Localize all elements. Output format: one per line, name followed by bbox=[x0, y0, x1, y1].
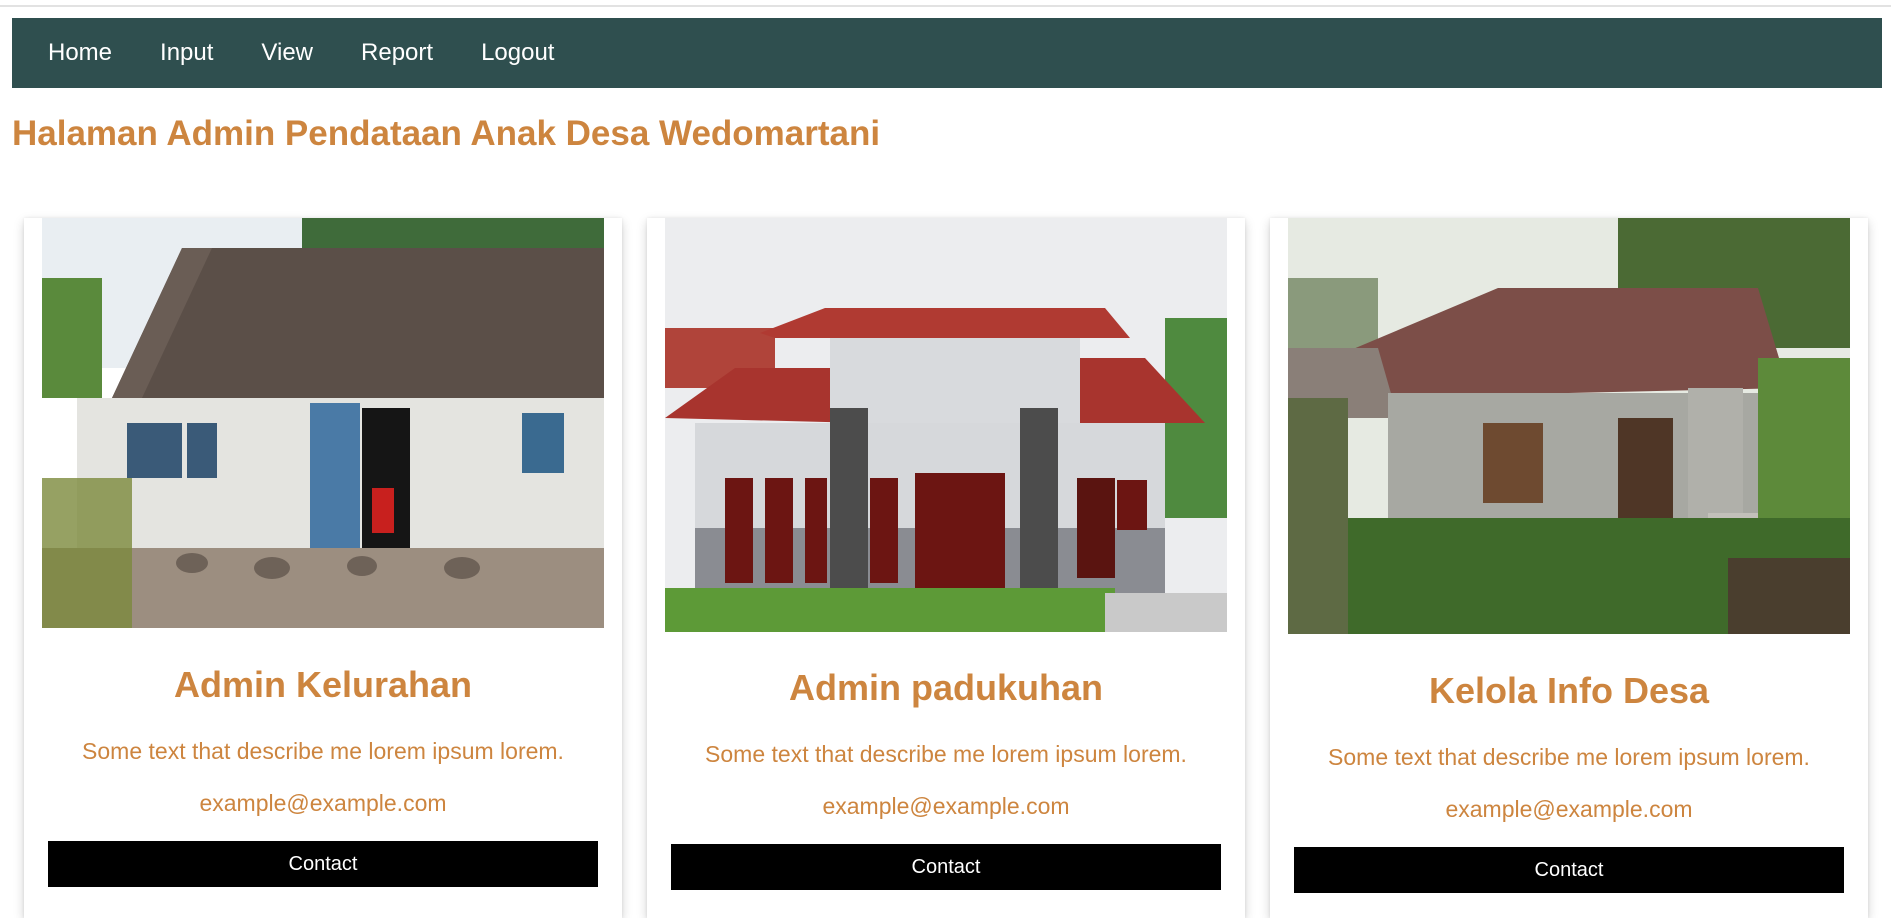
card-title: Admin Kelurahan bbox=[173, 664, 473, 705]
top-divider bbox=[0, 5, 1891, 7]
card-admin-kelurahan: Admin Kelurahan Some text that describe … bbox=[24, 218, 622, 918]
nav-home-link[interactable]: Home bbox=[24, 39, 136, 67]
card-description: Some text that describe me lorem ipsum l… bbox=[705, 741, 1187, 767]
nav-input-link[interactable]: Input bbox=[136, 39, 237, 67]
nav-report-link[interactable]: Report bbox=[337, 39, 457, 67]
top-navbar: Home Input View Report Logout bbox=[12, 18, 1882, 88]
card-email: example@example.com bbox=[822, 793, 1070, 819]
card-email: example@example.com bbox=[1445, 796, 1693, 822]
card-title: Kelola Info Desa bbox=[1428, 670, 1710, 711]
contact-button[interactable]: Contact bbox=[1294, 847, 1844, 893]
card-kelola-info-desa: Kelola Info Desa Some text that describe… bbox=[1270, 218, 1868, 918]
card-image bbox=[1288, 218, 1850, 634]
contact-button[interactable]: Contact bbox=[671, 844, 1221, 890]
card-image bbox=[665, 218, 1227, 632]
contact-button[interactable]: Contact bbox=[48, 841, 598, 887]
card-image bbox=[42, 218, 604, 628]
card-description: Some text that describe me lorem ipsum l… bbox=[1328, 744, 1810, 770]
card-email: example@example.com bbox=[199, 790, 447, 816]
page-title: Halaman Admin Pendataan Anak Desa Wedoma… bbox=[12, 114, 881, 153]
nav-view-link[interactable]: View bbox=[237, 39, 337, 67]
card-admin-padukuhan: Admin padukuhan Some text that describe … bbox=[647, 218, 1245, 918]
card-description: Some text that describe me lorem ipsum l… bbox=[82, 738, 564, 764]
card-title: Admin padukuhan bbox=[789, 667, 1103, 708]
nav-logout-link[interactable]: Logout bbox=[457, 39, 578, 67]
